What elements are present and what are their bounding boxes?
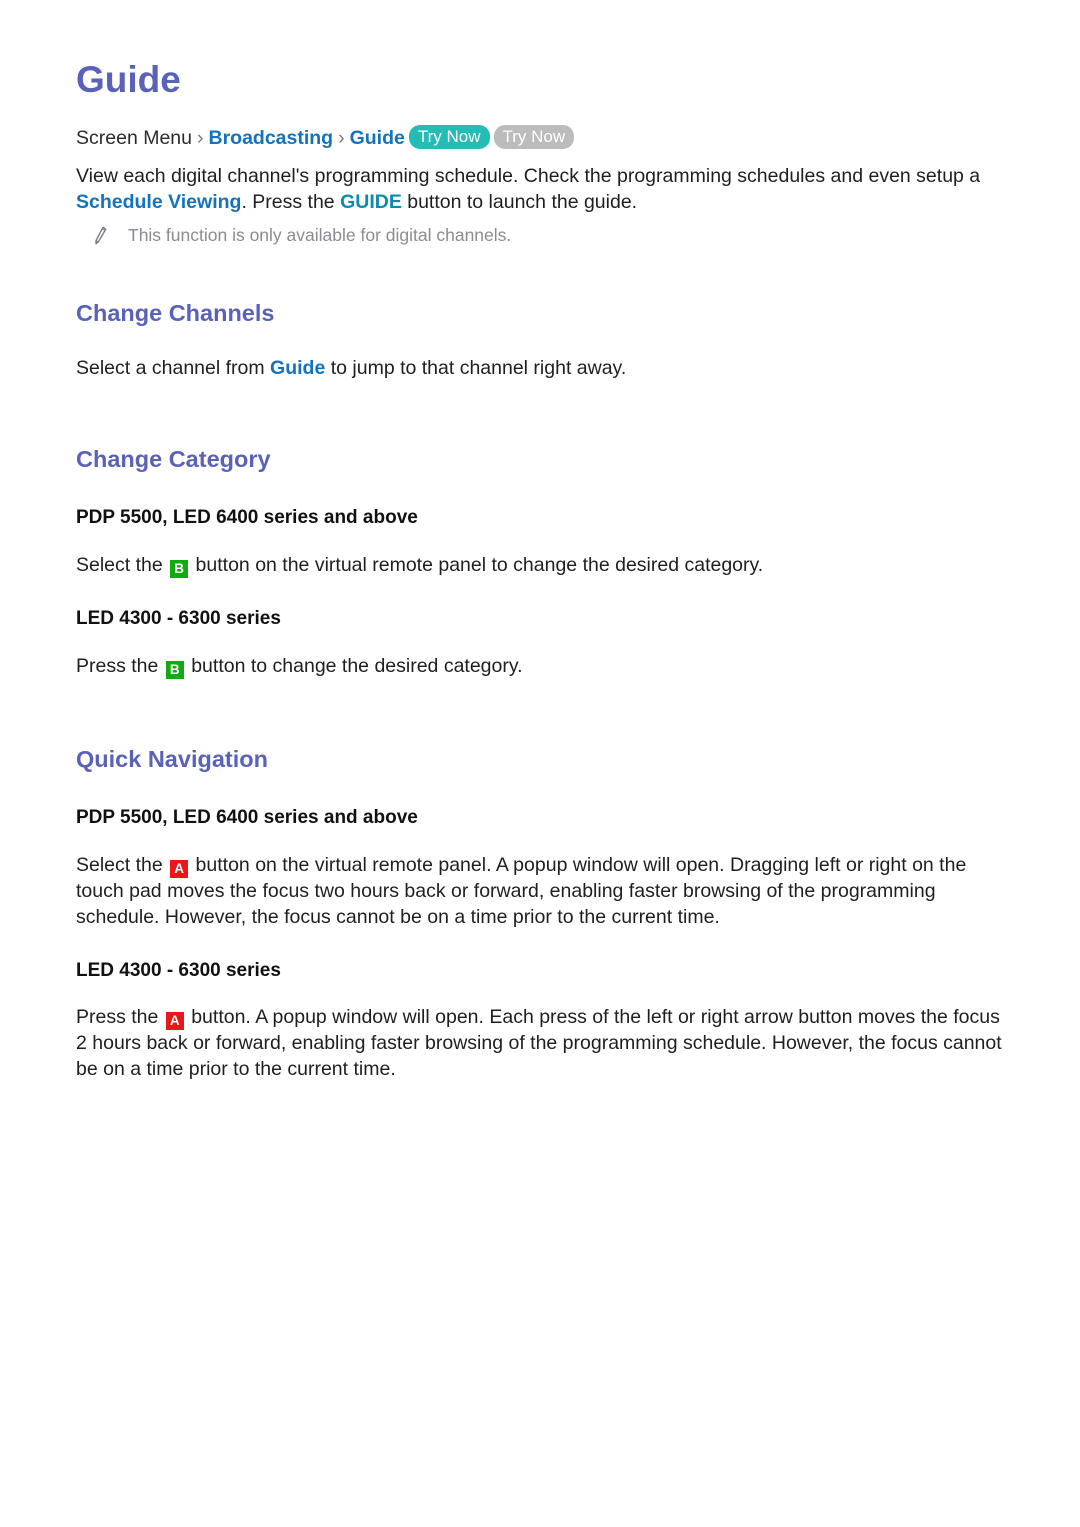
document-page: Guide Screen Menu › Broadcasting › Guide Try …	[0, 0, 1080, 1527]
paragraph-text-2: button on the virtual remote panel. A po…	[76, 853, 967, 928]
link-schedule-viewing[interactable]: Schedule Viewing	[76, 191, 241, 213]
change-category-paragraph-2: Press the B button to change the desired…	[76, 653, 1016, 679]
breadcrumb-separator-icon-2: ›	[338, 126, 345, 149]
paragraph-text-2: button to change the desired category.	[185, 654, 523, 677]
note-row: This function is only available for digi…	[90, 223, 1020, 247]
breadcrumb-link-guide[interactable]: Guide	[350, 127, 405, 149]
breadcrumb: Screen Menu › Broadcasting › Guide Try Now Try…	[76, 123, 1020, 153]
subheading-pdp-5500-led-6400: PDP 5500, LED 6400 series and above	[76, 507, 418, 529]
remote-key-a-icon[interactable]: A	[165, 1012, 184, 1031]
intro-paragraph: View each digital channel's programming …	[76, 163, 1016, 215]
try-now-badge-disabled[interactable]: Try Now	[493, 124, 575, 149]
breadcrumb-separator-icon: ›	[196, 126, 204, 149]
paragraph-text-2: to jump to that channel right away.	[325, 356, 627, 379]
note-text: This function is only available for digi…	[128, 224, 512, 245]
breadcrumb-link-broadcasting[interactable]: Broadcasting	[208, 127, 333, 149]
paragraph-text-1: Press the	[76, 1006, 164, 1029]
quick-navigation-paragraph-2: Press the A button. A popup window will …	[76, 1004, 1016, 1082]
page-title: Guide	[76, 59, 181, 100]
intro-text-3: button to launch the guide.	[401, 190, 638, 213]
try-now-badge-active[interactable]: Try Now	[408, 124, 490, 149]
remote-key-b-icon[interactable]: B	[165, 660, 184, 679]
remote-key-b-icon[interactable]: B	[170, 559, 189, 578]
subheading-led-4300-6300: LED 4300 - 6300 series	[76, 607, 281, 629]
subheading-pdp-5500-led-6400-qn: PDP 5500, LED 6400 series and above	[76, 806, 418, 828]
pencil-icon	[90, 225, 112, 247]
intro-text-2: . Press the	[241, 190, 341, 213]
quick-navigation-paragraph-1: Select the A button on the virtual remot…	[76, 852, 1016, 930]
paragraph-text-1: Select a channel from	[76, 356, 271, 379]
section-heading-change-category: Change Category	[76, 445, 271, 472]
section-heading-change-channels: Change Channels	[76, 299, 275, 326]
intro-text-1: View each digital channel's programming …	[76, 164, 981, 187]
subheading-led-4300-6300-qn: LED 4300 - 6300 series	[76, 959, 281, 981]
change-channels-paragraph: Select a channel from Guide to jump to t…	[76, 355, 1016, 381]
paragraph-text-1: Select the	[76, 553, 169, 576]
link-guide[interactable]: Guide	[270, 357, 325, 379]
link-guide-button[interactable]: GUIDE	[340, 191, 402, 213]
breadcrumb-root: Screen Menu	[76, 126, 192, 149]
paragraph-text-2: button. A popup window will open. Each p…	[76, 1006, 1002, 1081]
paragraph-text-2: button on the virtual remote panel to ch…	[190, 553, 764, 576]
paragraph-text-1: Press the	[76, 654, 164, 677]
remote-key-a-icon[interactable]: A	[170, 859, 189, 878]
section-heading-quick-navigation: Quick Navigation	[76, 745, 268, 772]
change-category-paragraph-1: Select the B button on the virtual remot…	[76, 552, 1016, 578]
paragraph-text-1: Select the	[76, 853, 169, 876]
